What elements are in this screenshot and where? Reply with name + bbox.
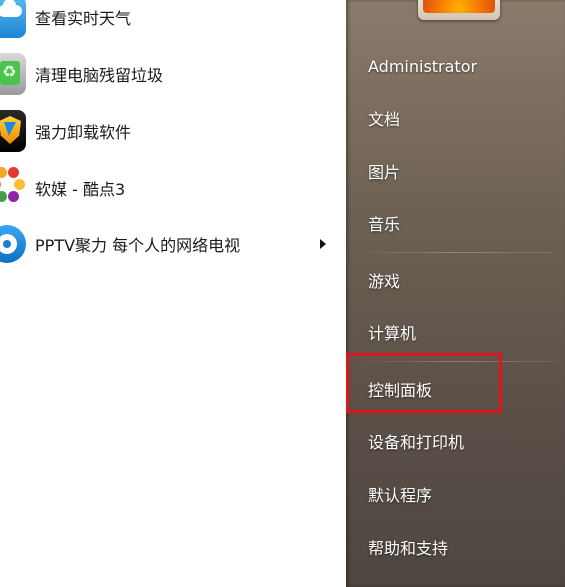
place-devices-printers[interactable]: 设备和打印机 [346, 421, 565, 461]
program-label: 软媒 - 酷点3 [35, 180, 126, 199]
start-menu: 查看实时天气 清理电脑残留垃圾 强力卸载软件 软媒 - 酷点3 [0, 0, 565, 587]
place-games[interactable]: 游戏 [346, 260, 565, 300]
place-label: 文档 [368, 110, 401, 129]
place-label: 设备和打印机 [368, 433, 465, 452]
place-control-panel[interactable]: 控制面板 [346, 369, 565, 409]
place-label: 计算机 [368, 324, 417, 343]
program-list: 查看实时天气 清理电脑残留垃圾 强力卸载软件 软媒 - 酷点3 [0, 0, 346, 587]
cleanup-icon [0, 53, 26, 95]
separator [354, 361, 554, 362]
place-label: 默认程序 [368, 486, 433, 505]
program-item-cleanup[interactable]: 清理电脑残留垃圾 [0, 47, 340, 101]
program-label: 查看实时天气 [35, 9, 132, 28]
pptv-icon [0, 225, 26, 263]
separator [354, 252, 554, 253]
place-music[interactable]: 音乐 [346, 203, 565, 243]
program-label: PPTV聚力 每个人的网络电视 [35, 236, 241, 255]
uninstall-shield-icon [0, 110, 26, 152]
place-user-folder[interactable]: Administrator [346, 46, 565, 86]
kudian-icon [0, 165, 26, 207]
program-label: 清理电脑残留垃圾 [35, 66, 164, 85]
user-picture[interactable] [418, 0, 500, 20]
program-item-kudian[interactable]: 软媒 - 酷点3 [0, 161, 340, 215]
place-default-programs[interactable]: 默认程序 [346, 474, 565, 514]
place-label: 图片 [368, 163, 401, 182]
program-item-uninstall[interactable]: 强力卸载软件 [0, 104, 340, 158]
submenu-arrow-icon[interactable] [320, 239, 326, 249]
program-item-pptv[interactable]: PPTV聚力 每个人的网络电视 [0, 217, 340, 271]
place-documents[interactable]: 文档 [346, 98, 565, 138]
place-label: Administrator [368, 56, 478, 76]
places-pane: Administrator 文档 图片 音乐 游戏 计算机 控制面板 设备和打印… [346, 0, 565, 587]
program-label: 强力卸载软件 [35, 123, 132, 142]
place-label: 音乐 [368, 215, 401, 234]
weather-icon [0, 0, 26, 38]
program-item-weather[interactable]: 查看实时天气 [0, 0, 340, 44]
place-pictures[interactable]: 图片 [346, 151, 565, 191]
place-label: 游戏 [368, 272, 401, 291]
place-label: 控制面板 [368, 381, 433, 400]
place-help-support[interactable]: 帮助和支持 [346, 527, 565, 567]
place-label: 帮助和支持 [368, 539, 449, 558]
place-computer[interactable]: 计算机 [346, 312, 565, 352]
